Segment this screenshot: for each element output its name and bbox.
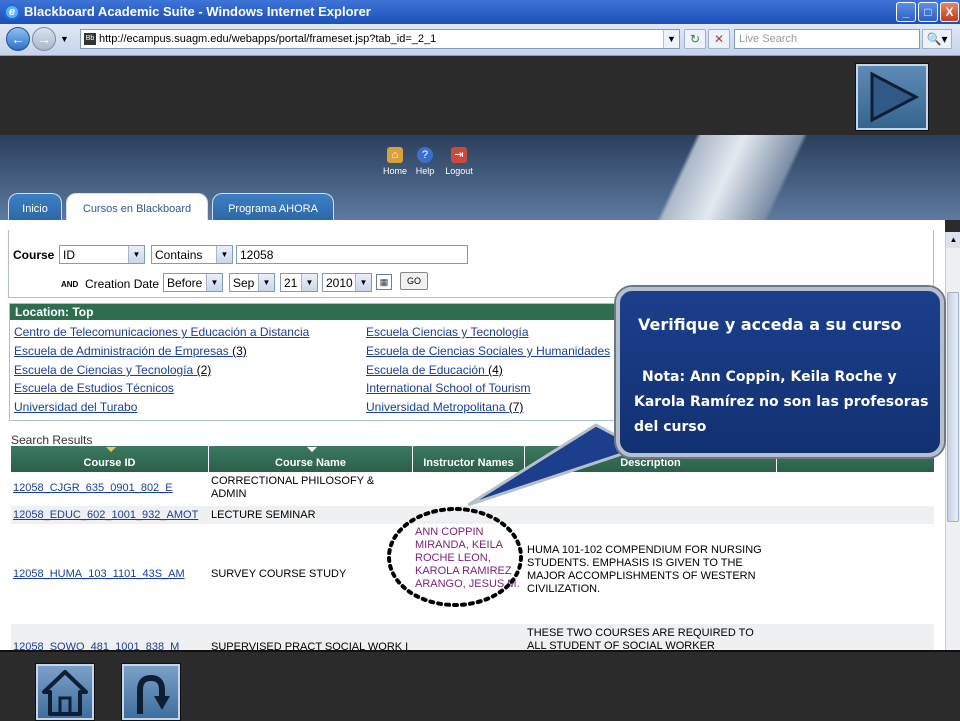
callout-pointer <box>467 423 644 507</box>
callout-note: Nota: Ann Coppin, Keila Roche y Karola R… <box>634 369 929 435</box>
return-slide-button[interactable] <box>122 664 180 720</box>
return-arrow-icon <box>137 674 170 714</box>
callout-title: Verifique y acceda a su curso <box>638 315 902 334</box>
house-icon <box>42 670 88 716</box>
highlight-ellipse <box>387 507 523 607</box>
home-slide-button[interactable] <box>36 664 94 720</box>
instruction-callout: Verifique y acceda a su curso Nota: Ann … <box>616 287 944 457</box>
